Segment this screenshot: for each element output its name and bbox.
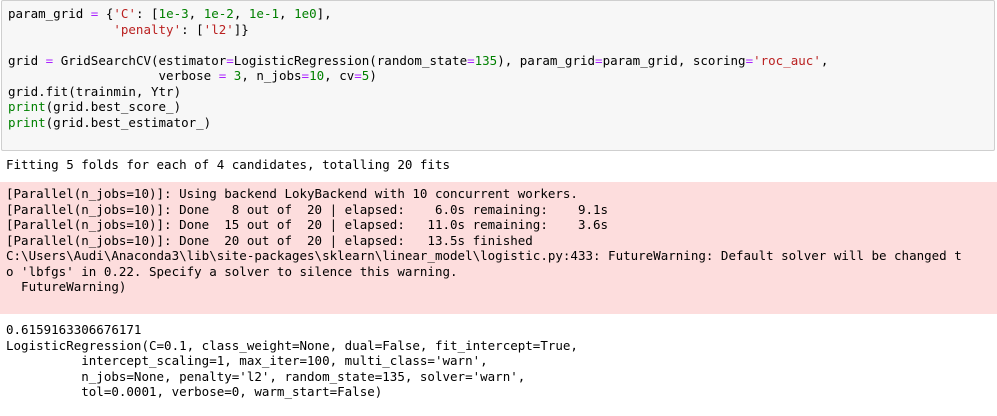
code-line-5: verbose = 3, n_jobs=10, cv=5) (158, 68, 377, 83)
code-editor[interactable]: param_grid = {'C': [1e-3, 1e-2, 1e-1, 1e… (8, 6, 828, 130)
result-line: LogisticRegression(C=0.1, class_weight=N… (6, 337, 578, 353)
code-cell[interactable]: param_grid = {'C': [1e-3, 1e-2, 1e-1, 1e… (1, 0, 995, 151)
result-line: tol=0.0001, verbose=0, warm_start=False) (6, 384, 383, 399)
stderr-line: [Parallel(n_jobs=10)]: Using backend Lok… (6, 186, 578, 201)
code-line-8: print(grid.best_estimator_) (8, 114, 212, 130)
stdout-output: Fitting 5 folds for each of 4 candidates… (0, 153, 997, 180)
stderr-line: [Parallel(n_jobs=10)]: Done 20 out of 20… (6, 232, 533, 248)
result-output: 0.6159163306676171 LogisticRegression(C=… (0, 316, 997, 416)
result-line: 0.6159163306676171 (6, 322, 142, 337)
code-line-6: grid.fit(trainmin, Ytr) (8, 83, 182, 99)
stderr-line: [Parallel(n_jobs=10)]: Done 8 out of 20 … (6, 201, 609, 217)
code-line-2: 'penalty': ['l2']} (113, 21, 249, 37)
stderr-output: [Parallel(n_jobs=10)]: Using backend Lok… (0, 182, 997, 314)
code-line-3 (8, 37, 828, 53)
code-line-4: grid = GridSearchCV(estimator=LogisticRe… (8, 52, 829, 68)
stderr-line: o 'lbfgs' in 0.22. Specify a solver to s… (6, 263, 458, 279)
result-line: intercept_scaling=1, max_iter=100, multi… (6, 353, 488, 368)
stdout-line: Fitting 5 folds for each of 4 candidates… (6, 157, 451, 172)
code-line-7: print(grid.best_score_) (8, 99, 182, 114)
code-line-1: param_grid = {'C': [1e-3, 1e-2, 1e-1, 1e… (8, 6, 332, 21)
stderr-line: FutureWarning) (6, 279, 127, 294)
stderr-line: [Parallel(n_jobs=10)]: Done 15 out of 20… (6, 217, 609, 232)
result-line: n_jobs=None, penalty='l2', random_state=… (6, 368, 526, 384)
stderr-line: C:\Users\Audi\Anaconda3\lib\site-package… (6, 248, 962, 263)
